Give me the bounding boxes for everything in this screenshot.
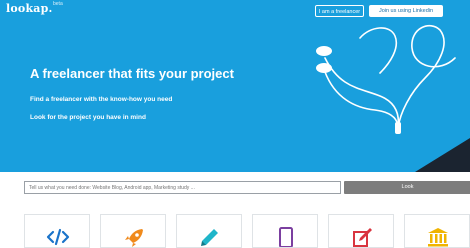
edit-icon <box>353 228 372 247</box>
category-card-design[interactable] <box>176 214 242 248</box>
hero-headline: A freelancer that fits your project <box>30 66 234 81</box>
bank-icon <box>428 228 448 247</box>
search-bar: Look <box>24 181 470 194</box>
beta-badge: beta <box>53 1 63 7</box>
earbuds-illustration <box>316 24 470 172</box>
tablet-icon <box>279 227 293 247</box>
linkedin-join-button[interactable]: Join us using Linkedin <box>369 5 443 17</box>
category-cards <box>24 214 470 248</box>
freelancer-button[interactable]: I am a freelancer <box>315 5 364 17</box>
hero-subline-look: Look for the project you have in mind <box>30 114 146 121</box>
category-card-finance[interactable] <box>404 214 470 248</box>
pencil-icon <box>201 229 218 246</box>
look-button[interactable]: Look <box>344 181 470 194</box>
hero-subline-find: Find a freelancer with the know-how you … <box>30 96 173 103</box>
hero-banner: lookap. beta I am a freelancer Join us u… <box>0 0 470 172</box>
category-card-writing[interactable] <box>328 214 394 248</box>
category-card-mobile[interactable] <box>252 214 318 248</box>
category-card-rocket[interactable] <box>100 214 166 248</box>
category-card-code[interactable] <box>24 214 90 248</box>
code-icon <box>46 228 70 246</box>
project-search-input[interactable] <box>24 181 341 194</box>
rocket-icon <box>125 229 143 247</box>
brand-logo[interactable]: lookap. <box>6 2 53 15</box>
